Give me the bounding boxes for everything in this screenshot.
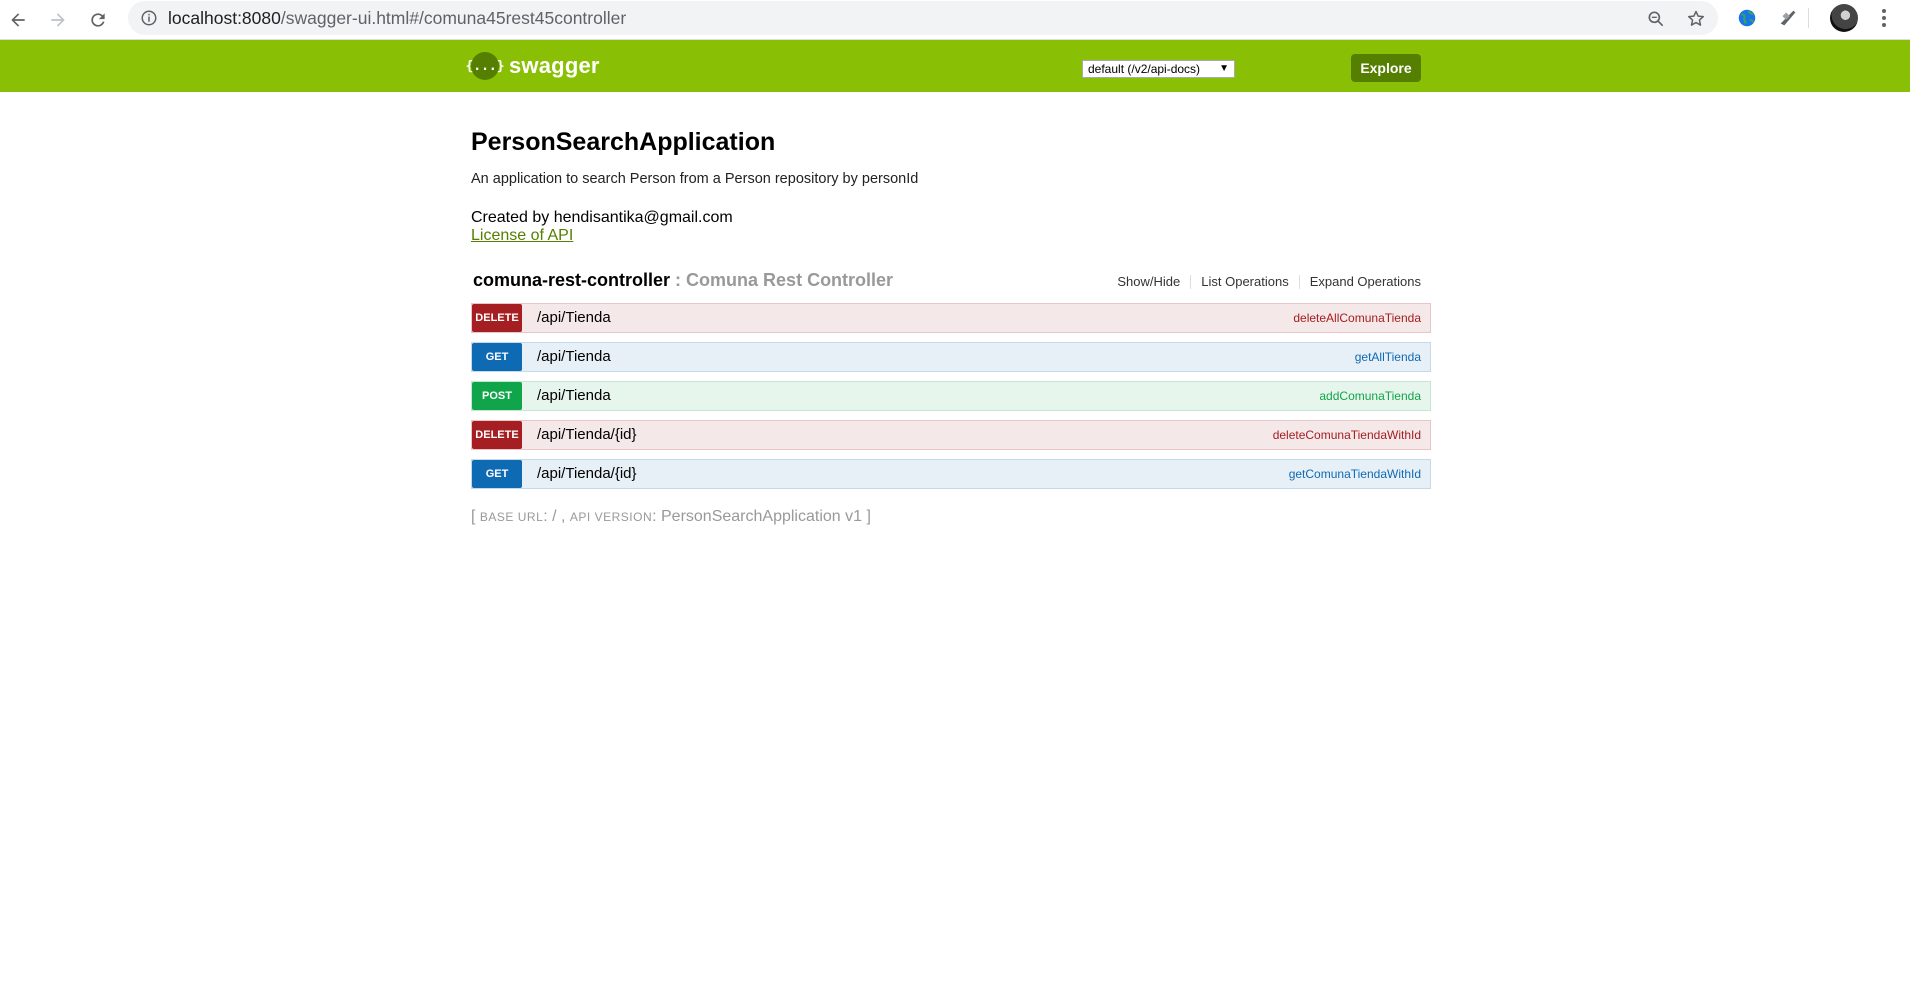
url-text[interactable]: localhost:8080/swagger-ui.html#/comuna45… <box>168 1 626 35</box>
info-icon[interactable] <box>140 9 158 27</box>
resource-separator: : <box>670 270 687 290</box>
swagger-logo-text: swagger <box>509 53 600 78</box>
api-version-value: : PersonSearchApplication v1 ] <box>652 508 871 525</box>
swagger-header: {...} swagger default (/v2/api-docs) ▼ E… <box>0 40 1910 92</box>
operation-nickname[interactable]: deleteAllComunaTienda <box>1293 304 1421 332</box>
swagger-logo-icon: {...} <box>465 52 505 80</box>
api-footer: [ base url: / , api version: PersonSearc… <box>471 508 871 526</box>
operation-row[interactable]: GET /api/Tienda getAllTienda <box>471 342 1431 372</box>
license-link[interactable]: License of API <box>471 227 573 245</box>
url-path: /swagger-ui.html#/comuna45rest45controll… <box>280 8 627 28</box>
method-badge[interactable]: GET <box>472 343 522 371</box>
browser-toolbar: localhost:8080/swagger-ui.html#/comuna45… <box>0 0 1910 40</box>
spec-selector[interactable]: default (/v2/api-docs) ▼ <box>1082 60 1235 78</box>
explore-button[interactable]: Explore <box>1351 54 1421 82</box>
operation-path[interactable]: /api/Tienda/{id} <box>537 460 637 488</box>
profile-avatar[interactable] <box>1830 4 1858 32</box>
toolbar-divider <box>1808 8 1809 28</box>
operation-path[interactable]: /api/Tienda/{id} <box>537 421 637 449</box>
dropdown-caret-icon: ▼ <box>1219 63 1229 74</box>
api-info: PersonSearchApplication An application t… <box>471 128 1431 245</box>
resource-heading: comuna-rest-controller : Comuna Rest Con… <box>471 268 1431 294</box>
base-url-label: base url <box>479 510 544 524</box>
more-vert-icon[interactable] <box>1872 6 1896 30</box>
operation-row[interactable]: DELETE /api/Tienda deleteAllComunaTienda <box>471 303 1431 333</box>
operation-row[interactable]: GET /api/Tienda/{id} getComunaTiendaWith… <box>471 459 1431 489</box>
operation-row[interactable]: DELETE /api/Tienda/{id} deleteComunaTien… <box>471 420 1431 450</box>
operation-nickname[interactable]: addComunaTienda <box>1319 382 1421 410</box>
resource-description: Comuna Rest Controller <box>686 270 894 290</box>
method-badge[interactable]: DELETE <box>472 304 522 332</box>
back-arrow-icon <box>11 13 25 27</box>
operation-row[interactable]: POST /api/Tienda addComunaTienda <box>471 381 1431 411</box>
url-host: localhost:8080 <box>168 8 281 28</box>
list-operations-link[interactable]: List Operations <box>1190 275 1298 289</box>
show-hide-link[interactable]: Show/Hide <box>1107 275 1190 289</box>
operation-nickname[interactable]: getAllTienda <box>1355 343 1421 371</box>
api-description: An application to search Person from a P… <box>471 171 919 187</box>
method-badge[interactable]: POST <box>472 382 522 410</box>
api-contact: Created by hendisantika@gmail.com <box>471 209 733 226</box>
api-title: PersonSearchApplication <box>471 128 776 156</box>
forward-arrow-icon <box>51 13 65 27</box>
back-button[interactable] <box>2 4 34 36</box>
address-bar[interactable]: localhost:8080/swagger-ui.html#/comuna45… <box>128 1 1718 35</box>
extension-icon[interactable] <box>1777 7 1799 29</box>
operation-nickname[interactable]: deleteComunaTiendaWithId <box>1273 421 1421 449</box>
swagger-logo[interactable]: {...} swagger <box>465 52 600 80</box>
spec-selected-value: default (/v2/api-docs) <box>1088 62 1201 76</box>
reload-button[interactable] <box>82 4 114 36</box>
zoom-icon[interactable] <box>1646 9 1666 29</box>
operation-nickname[interactable]: getComunaTiendaWithId <box>1289 460 1421 488</box>
resource-actions: Show/Hide List Operations Expand Operati… <box>1107 275 1431 289</box>
resource-name[interactable]: comuna-rest-controller : Comuna Rest Con… <box>473 270 893 291</box>
globe-extension-icon[interactable] <box>1736 7 1758 29</box>
operation-path[interactable]: /api/Tienda <box>537 304 611 332</box>
operation-path[interactable]: /api/Tienda <box>537 382 611 410</box>
bookmark-star-icon[interactable] <box>1686 9 1706 29</box>
api-version-label: api version <box>569 510 653 524</box>
reload-icon <box>91 13 105 27</box>
method-badge[interactable]: DELETE <box>472 421 522 449</box>
base-url-value: : / , <box>543 508 570 525</box>
expand-operations-link[interactable]: Expand Operations <box>1298 275 1431 289</box>
footer-open-bracket: [ <box>471 508 480 525</box>
resource-name-text: comuna-rest-controller <box>473 270 671 290</box>
resource-comuna-rest-controller: comuna-rest-controller : Comuna Rest Con… <box>471 268 1431 489</box>
forward-button[interactable] <box>42 4 74 36</box>
operation-path[interactable]: /api/Tienda <box>537 343 611 371</box>
method-badge[interactable]: GET <box>472 460 522 488</box>
